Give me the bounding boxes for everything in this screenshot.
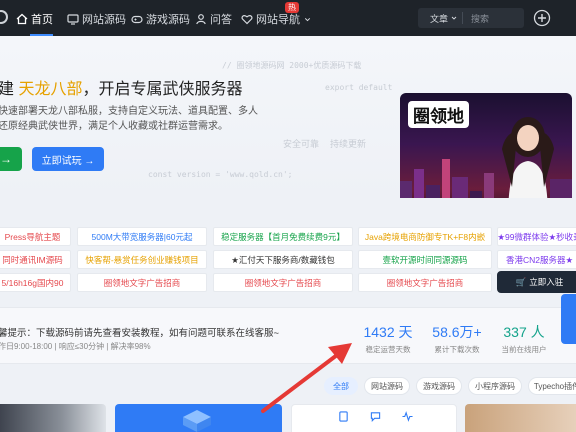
link-cell[interactable]: 500M大带宽服务器|60元起: [77, 227, 207, 246]
hero-description: 快速部署天龙八部私服，支持自定义玩法、道具配置、多人 还原经典武侠世界，满足个人…: [0, 106, 258, 132]
link-cell[interactable]: 同时通讯IM源码: [0, 250, 71, 269]
stat-value: 337 人: [503, 324, 545, 340]
join-button[interactable]: 🛒 立即入驻: [497, 271, 576, 293]
link-cell[interactable]: ★99微群体验★秒收录: [497, 227, 576, 246]
try-now-button[interactable]: 立即试玩 →: [32, 147, 104, 171]
nav-item-label: 游戏源码: [146, 14, 190, 26]
search-type-select[interactable]: 文章: [418, 12, 464, 24]
home-icon: [16, 13, 28, 25]
hero-title-highlight: 天龙八部: [18, 81, 83, 98]
link-cell[interactable]: 5/16h16g国内90: [0, 273, 71, 292]
code-decoration: export default: [325, 83, 393, 92]
stat-online: 337 人 当前在线用户: [494, 322, 554, 355]
document-icon: [339, 411, 348, 422]
search-input[interactable]: 搜索: [463, 12, 489, 25]
code-decoration: const version = 'www.qold.cn';: [148, 170, 293, 179]
source-card[interactable]: [115, 404, 282, 432]
nav-item-site-source[interactable]: 网站源码: [67, 11, 126, 27]
nav-item-home[interactable]: 首页: [16, 11, 53, 36]
code-decoration: 持续更新: [330, 140, 367, 150]
code-decoration: 安全可靠: [283, 140, 320, 150]
link-cell[interactable]: Press导航主题: [0, 227, 71, 246]
filter-typecho-plugin[interactable]: Typecho插件: [528, 377, 576, 395]
chevron-down-icon: [304, 17, 311, 21]
link-cell[interactable]: 快客帮-悬赏任务创业赚钱项目: [77, 250, 207, 269]
source-card[interactable]: [465, 404, 576, 432]
chat-icon: [370, 412, 381, 422]
filter-miniapp-source[interactable]: 小程序源码: [468, 377, 522, 395]
heart-icon: [241, 15, 253, 25]
add-circle-icon[interactable]: [533, 9, 551, 27]
notice-bar: 馨提示：下载源码前请先查看安装教程，如有问题可联系在线客服~ 作日9:00-18…: [0, 307, 576, 364]
stat-downloads: 58.6万+ 累计下载次数: [426, 322, 488, 355]
link-cell[interactable]: 壹软开源时间同源源码: [358, 250, 492, 269]
gamepad-icon: [131, 15, 143, 24]
chevron-down-icon: [451, 16, 457, 20]
nav-item-site-nav[interactable]: 网站导航: [241, 11, 312, 27]
search-box[interactable]: 文章 搜索: [418, 8, 524, 28]
person-image: [502, 117, 554, 198]
logo-icon[interactable]: [0, 10, 8, 24]
side-float-button[interactable]: [561, 294, 576, 344]
nav-item-label: 问答: [210, 14, 232, 26]
nav-item-label: 网站导航: [256, 14, 300, 26]
brand-logo: 圈领地: [408, 101, 469, 128]
notice-title: 馨提示：下载源码前请先查看安装教程，如有问题可联系在线客服~: [0, 328, 280, 339]
start-button[interactable]: →: [0, 147, 22, 171]
hero-title: 建 天龙八部，开启专属武侠服务器: [0, 81, 243, 98]
filter-all[interactable]: 全部: [324, 377, 358, 395]
notice-subtitle: 作日9:00-18:00 | 响应≤30分钟 | 解决率98%: [0, 342, 151, 351]
link-cell[interactable]: Java跨境电商防御专TK+F8内嵌: [358, 227, 492, 246]
stat-label: 当前在线用户: [501, 345, 547, 354]
hero-banner: // 圈领地源码网 2000+优质源码下载 export default con…: [0, 36, 576, 198]
stat-value: 1432 天: [363, 324, 413, 340]
monitor-icon: [67, 14, 79, 25]
link-cell[interactable]: 香港CN2服务器★: [497, 250, 576, 269]
pulse-icon: [402, 411, 413, 422]
source-card[interactable]: [0, 404, 106, 432]
filter-site-source[interactable]: 网站源码: [364, 377, 410, 395]
nav-item-game-source[interactable]: 游戏源码: [131, 11, 190, 27]
nav-item-label: 网站源码: [82, 14, 126, 26]
code-decoration: // 圈领地源码网 2000+优质源码下载: [222, 61, 362, 70]
stat-value: 58.6万+: [432, 324, 482, 340]
nav-item-qa[interactable]: 问答: [195, 11, 232, 27]
filter-game-source[interactable]: 游戏源码: [416, 377, 462, 395]
stat-uptime: 1432 天 稳定运营天数: [356, 322, 420, 355]
top-nav: 首页 网站源码 游戏源码 问答 网站导航 热 文章 搜索: [0, 0, 576, 36]
link-cell[interactable]: 稳定服务器【首月免费续费9元】: [213, 227, 353, 246]
cart-icon: 🛒: [515, 276, 527, 287]
search-type-label: 文章: [430, 13, 449, 24]
link-cell[interactable]: ★汇付天下服务商/数藏钱包: [213, 250, 353, 269]
cube-icon: [183, 410, 211, 432]
stat-label: 累计下载次数: [434, 345, 480, 354]
link-cell[interactable]: 圈领地文字广告招商: [77, 273, 207, 292]
stat-label: 稳定运营天数: [365, 345, 411, 354]
link-cell[interactable]: 圈领地文字广告招商: [213, 273, 353, 292]
user-icon: [196, 14, 206, 25]
nav-item-label: 首页: [31, 14, 53, 26]
source-card[interactable]: [291, 404, 457, 432]
link-cell[interactable]: 圈领地文字广告招商: [358, 273, 492, 292]
hero-image[interactable]: 圈领地: [400, 93, 572, 198]
hot-badge: 热: [285, 2, 299, 13]
